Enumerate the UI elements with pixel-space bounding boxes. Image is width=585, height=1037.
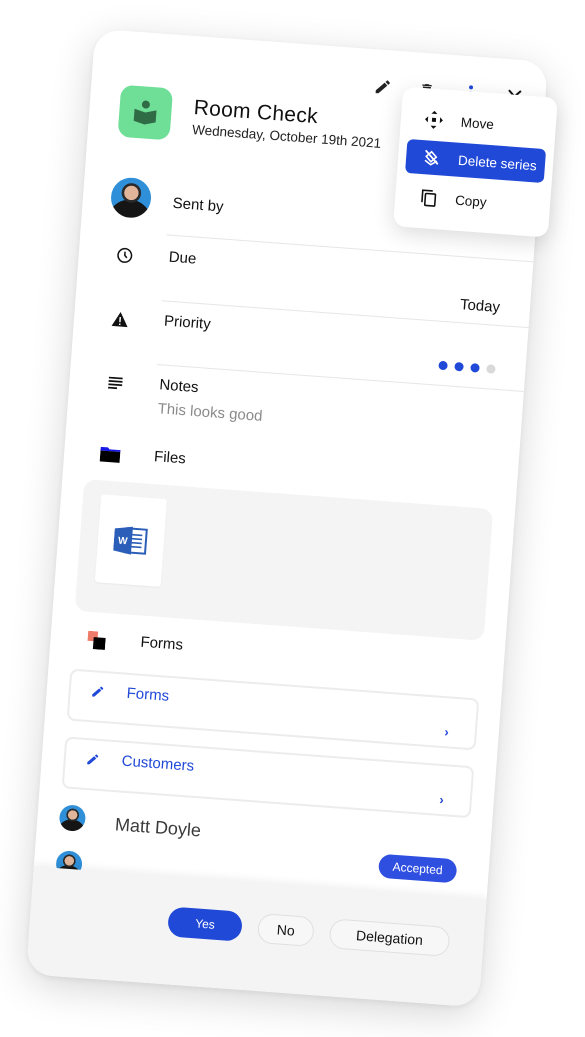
notes-label: Notes — [158, 376, 200, 397]
yes-button[interactable]: Yes — [167, 906, 244, 942]
file-thumbnail[interactable]: W — [94, 494, 168, 587]
sent-by-label: Sent by — [172, 194, 225, 216]
menu-item-delete-series[interactable]: Delete series — [405, 138, 547, 184]
pencil-icon — [375, 80, 390, 94]
word-document-icon: W — [113, 526, 148, 555]
clock-icon — [114, 245, 135, 266]
svg-text:W: W — [118, 536, 129, 548]
menu-item-label: Move — [460, 114, 495, 132]
warning-icon — [109, 309, 130, 330]
menu-item-copy[interactable]: Copy — [402, 179, 543, 223]
files-container: W — [74, 479, 494, 641]
sender-avatar — [109, 176, 153, 220]
pencil-icon — [90, 684, 105, 704]
files-label: Files — [153, 448, 187, 468]
task-header: Room Check Wednesday, October 19th 2021 — [117, 84, 383, 156]
options-menu: Move Delete series Copy — [393, 86, 558, 238]
notes-icon — [105, 372, 126, 393]
form-link-label: Forms — [126, 684, 170, 705]
priority-dot-filled — [470, 363, 480, 373]
priority-label: Priority — [163, 312, 212, 333]
move-icon — [422, 110, 445, 130]
notes-text: This looks good — [157, 400, 264, 425]
menu-item-move[interactable]: Move — [408, 101, 549, 145]
menu-item-label: Copy — [454, 192, 488, 210]
app-icon — [117, 84, 174, 141]
files-row: Files — [65, 442, 518, 475]
priority-dot-empty — [486, 364, 496, 374]
form-link-forms[interactable]: Forms › — [66, 668, 480, 751]
no-button[interactable]: No — [256, 913, 315, 948]
form-link-customers[interactable]: Customers › — [61, 736, 475, 819]
forms-label: Forms — [139, 633, 184, 654]
delete-series-icon — [420, 148, 443, 168]
chevron-right-icon: › — [438, 791, 445, 808]
forms-icon — [86, 630, 107, 651]
form-link-label: Customers — [121, 752, 195, 775]
due-value: Today — [459, 296, 501, 317]
due-label: Due — [168, 248, 197, 268]
priority-dot-filled — [454, 361, 464, 372]
book-reader-icon — [133, 100, 157, 125]
folder-icon — [99, 444, 121, 465]
assignee-avatar — [58, 804, 87, 833]
priority-indicator — [438, 360, 496, 374]
divider — [166, 234, 534, 263]
copy-icon — [417, 188, 440, 208]
due-row: Due Today — [80, 242, 533, 316]
priority-dot-filled — [438, 360, 448, 371]
pencil-icon — [85, 752, 100, 772]
chevron-right-icon: › — [443, 724, 450, 740]
menu-item-label: Delete series — [457, 152, 538, 173]
delegation-button[interactable]: Delegation — [328, 918, 451, 957]
edit-button[interactable] — [371, 75, 395, 99]
assignee-name: Matt Doyle — [114, 814, 202, 841]
